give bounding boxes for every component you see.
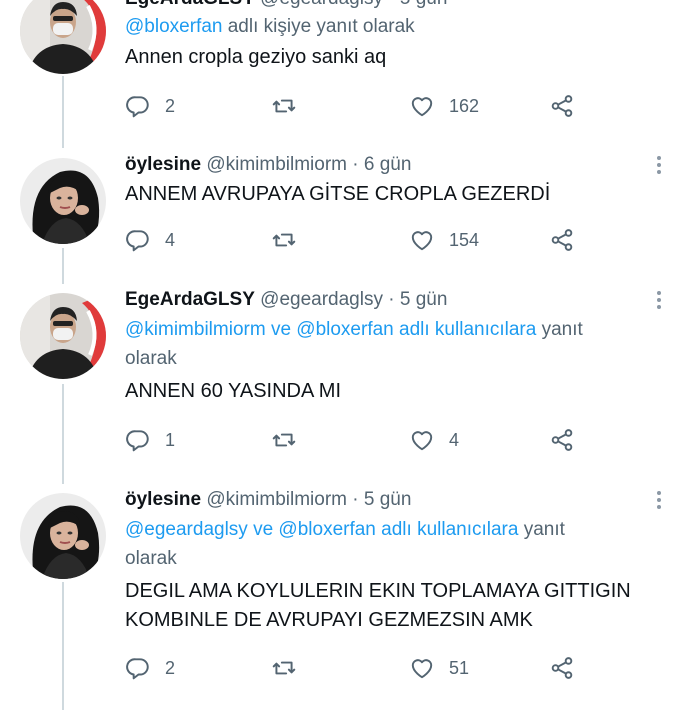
retweet-icon <box>271 93 297 119</box>
display-name[interactable]: EgeArdaGLSY <box>125 289 255 310</box>
mention-link[interactable]: @bloxerfan <box>125 16 222 37</box>
share-icon <box>549 227 575 253</box>
tweet-actions: 1 4 <box>125 425 585 455</box>
tweet[interactable]: öylesine @kimimbilmiorm · 6 gün ANNEM AV… <box>0 152 690 272</box>
reply-context: @egeardaglsy ve @bloxerfan adlı kullanıc… <box>125 519 565 569</box>
like-icon <box>409 427 435 453</box>
like-button[interactable]: 162 <box>409 91 479 121</box>
timestamp[interactable]: 5 gün <box>364 489 412 510</box>
reply-context: @bloxerfan adlı kişiye yanıt olarak <box>125 16 415 37</box>
tweet-actions: 2 162 <box>125 91 585 121</box>
reply-icon <box>125 93 151 119</box>
retweet-icon <box>271 655 297 681</box>
like-button[interactable]: 154 <box>409 225 479 255</box>
tweet-header: EgeArdaGLSY @egeardaglsy · 5 gün <box>125 0 670 12</box>
reply-button[interactable]: 1 <box>125 425 175 455</box>
retweet-icon <box>271 427 297 453</box>
display-name[interactable]: öylesine <box>125 154 201 175</box>
like-button[interactable]: 4 <box>409 425 459 455</box>
mention-link[interactable]: @egeardaglsy ve @bloxerfan adlı kullanıc… <box>125 519 518 540</box>
timestamp[interactable]: 5 gün <box>400 289 448 310</box>
reply-icon <box>125 227 151 253</box>
share-icon <box>549 427 575 453</box>
tweet-header: öylesine @kimimbilmiorm · 5 gün <box>125 489 412 510</box>
share-button[interactable] <box>549 425 575 455</box>
share-icon <box>549 93 575 119</box>
tweet-actions: 2 51 <box>125 653 585 683</box>
tweet[interactable]: EgeArdaGLSY @egeardaglsy · 5 gün @kimimb… <box>0 287 690 467</box>
retweet-icon <box>271 227 297 253</box>
user-handle[interactable]: @kimimbilmiorm <box>206 154 347 175</box>
share-button[interactable] <box>549 91 575 121</box>
tweet-text: ANNEN 60 YASINDA MI <box>125 380 341 402</box>
more-icon[interactable] <box>656 289 662 311</box>
like-icon <box>409 227 435 253</box>
timestamp[interactable]: 6 gün <box>364 154 412 175</box>
tweet-text: ANNEM AVRUPAYA GİTSE CROPLA GEZERDİ <box>125 183 551 205</box>
mention-link[interactable]: @kimimbilmiorm ve @bloxerfan adlı kullan… <box>125 319 536 340</box>
avatar[interactable] <box>20 0 106 74</box>
reply-context: @kimimbilmiorm ve @bloxerfan adlı kullan… <box>125 319 583 369</box>
tweet-text: Annen cropla geziyo sanki aq <box>125 46 387 68</box>
like-icon <box>409 655 435 681</box>
share-icon <box>549 655 575 681</box>
like-button[interactable]: 51 <box>409 653 469 683</box>
retweet-button[interactable] <box>271 425 297 455</box>
user-handle[interactable]: @egeardaglsy <box>260 289 383 310</box>
user-handle[interactable]: @egeardaglsy <box>260 0 383 9</box>
display-name[interactable]: EgeArdaGLSY <box>125 0 255 9</box>
like-icon <box>409 93 435 119</box>
retweet-button[interactable] <box>271 225 297 255</box>
timestamp[interactable]: 5 gün <box>400 0 448 9</box>
avatar[interactable] <box>20 493 106 579</box>
display-name[interactable]: öylesine <box>125 489 201 510</box>
tweet[interactable]: öylesine @kimimbilmiorm · 5 gün @egearda… <box>0 487 690 697</box>
reply-button[interactable]: 4 <box>125 225 175 255</box>
retweet-button[interactable] <box>271 91 297 121</box>
tweet-text: DEGIL AMA KOYLULERIN EKIN TOPLAMAYA GITT… <box>125 580 631 631</box>
more-icon[interactable] <box>656 489 662 511</box>
reply-button[interactable]: 2 <box>125 653 175 683</box>
reply-icon <box>125 655 151 681</box>
reply-icon <box>125 427 151 453</box>
reply-button[interactable]: 2 <box>125 91 175 121</box>
more-icon[interactable] <box>656 154 662 176</box>
avatar[interactable] <box>20 293 106 379</box>
tweet-header: öylesine @kimimbilmiorm · 6 gün <box>125 154 412 175</box>
user-handle[interactable]: @kimimbilmiorm <box>206 489 347 510</box>
tweet-header: EgeArdaGLSY @egeardaglsy · 5 gün <box>125 289 448 310</box>
share-button[interactable] <box>549 653 575 683</box>
avatar[interactable] <box>20 158 106 244</box>
tweet-actions: 4 154 <box>125 225 585 255</box>
retweet-button[interactable] <box>271 653 297 683</box>
share-button[interactable] <box>549 225 575 255</box>
tweet[interactable]: EgeArdaGLSY @egeardaglsy · 5 gün @bloxer… <box>0 0 690 136</box>
